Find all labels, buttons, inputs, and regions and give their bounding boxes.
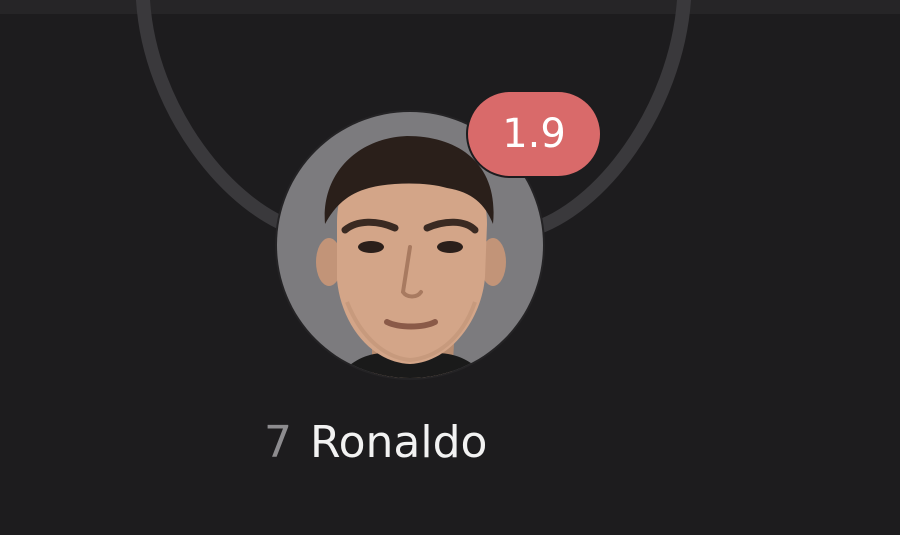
player-name: Ronaldo: [310, 416, 488, 468]
lineup-pitch: 1.9 7 Ronaldo: [0, 0, 900, 535]
player-card[interactable]: 1.9 7 Ronaldo: [0, 0, 900, 535]
player-label: 7 Ronaldo: [264, 410, 564, 474]
rating-value: 1.9: [502, 111, 566, 157]
shirt-number: 7: [264, 416, 292, 468]
rating-badge: 1.9: [466, 90, 602, 178]
